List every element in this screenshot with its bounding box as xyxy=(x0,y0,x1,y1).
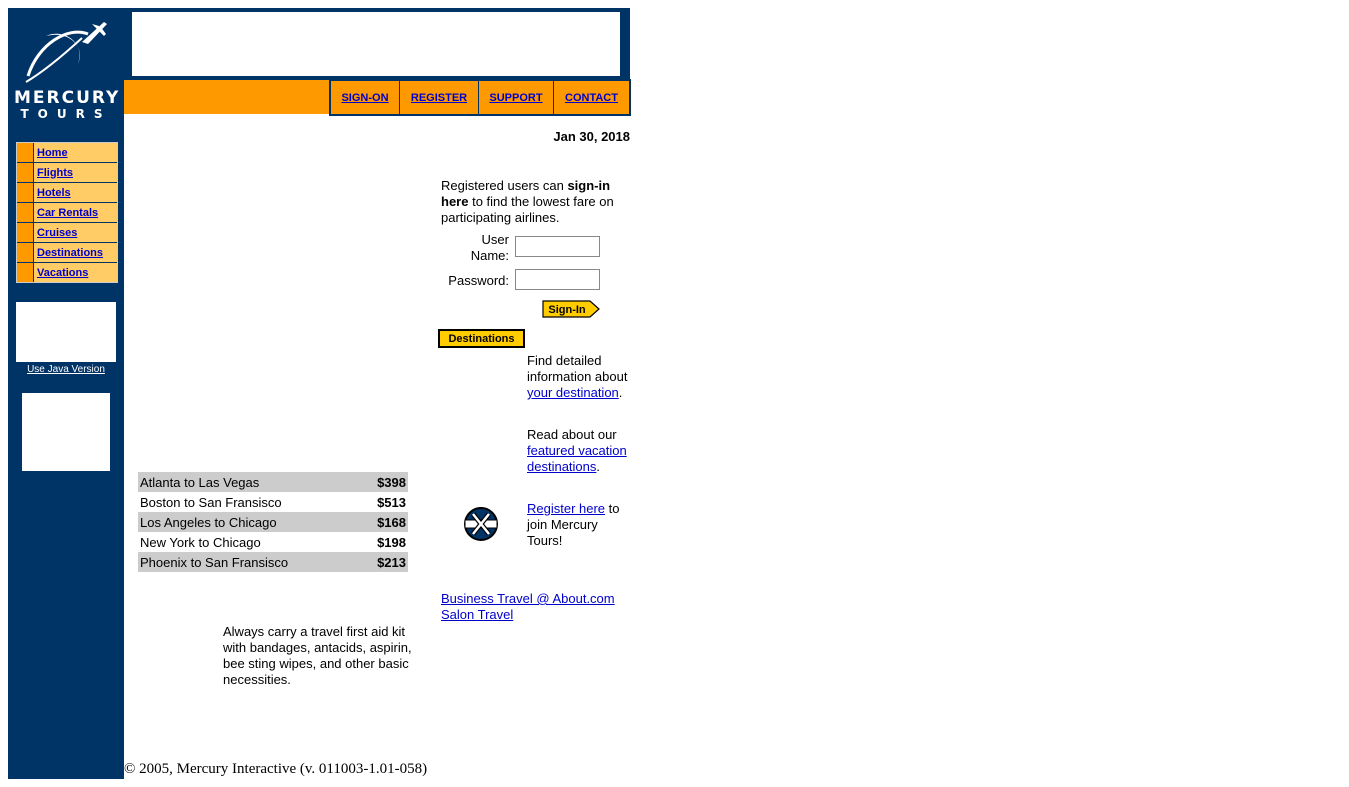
vacation-text: Read about our xyxy=(527,427,617,442)
register-here-link[interactable]: Register here xyxy=(527,501,605,516)
top-nav-contact-cell: CONTACT xyxy=(554,81,629,114)
register-link[interactable]: REGISTER xyxy=(411,92,467,104)
side-nav-item-home: Home xyxy=(17,143,117,163)
register-icon xyxy=(464,507,498,541)
business-travel-link[interactable]: Business Travel @ About.com xyxy=(441,591,615,606)
featured-vacation-link[interactable]: featured vacation destinations xyxy=(527,443,627,474)
top-nav-register-cell: REGISTER xyxy=(400,81,478,114)
travel-tip: Always carry a travel first aid kit with… xyxy=(223,624,412,687)
top-nav-support-cell: SUPPORT xyxy=(479,81,553,114)
side-nav: Home Flights Hotels Car Rentals Cruises … xyxy=(16,142,118,283)
username-label: User Name: xyxy=(470,232,509,263)
destination-info: Find detailed information about your des… xyxy=(527,353,632,401)
footer-copyright: © 2005, Mercury Interactive (v. 011003-1… xyxy=(124,761,428,777)
flights-link[interactable]: Flights xyxy=(37,167,73,179)
vacations-link[interactable]: Vacations xyxy=(37,267,88,279)
nav-bullet xyxy=(17,223,34,242)
fare-route: Los Angeles to Chicago xyxy=(138,512,360,532)
fare-price: $168 xyxy=(359,512,408,532)
java-applet-box xyxy=(16,302,116,362)
java-link-wrap: Use Java Version xyxy=(16,364,116,375)
side-nav-item-car-rentals: Car Rentals xyxy=(17,203,117,223)
fare-price: $513 xyxy=(377,494,406,510)
signon-link[interactable]: SIGN-ON xyxy=(341,92,388,104)
nav-bullet xyxy=(17,263,34,282)
side-nav-item-cruises: Cruises xyxy=(17,223,117,243)
external-links: Business Travel @ About.com Salon Travel xyxy=(441,591,615,623)
vacation-info: Read about our featured vacation destina… xyxy=(527,427,632,475)
signin-button[interactable]: Sign-In xyxy=(542,300,600,318)
banner-ad xyxy=(132,12,620,76)
destinations-link[interactable]: Destinations xyxy=(37,247,103,259)
car-rentals-link[interactable]: Car Rentals xyxy=(37,207,98,219)
password-input[interactable] xyxy=(515,269,600,290)
side-nav-item-flights: Flights xyxy=(17,163,117,183)
top-nav: SIGN-ON REGISTER SUPPORT CONTACT xyxy=(329,79,631,116)
username-input[interactable] xyxy=(515,236,600,257)
hotels-link[interactable]: Hotels xyxy=(37,187,71,199)
logo-text-mercury: MERCURY xyxy=(14,88,121,108)
cruises-link[interactable]: Cruises xyxy=(37,227,77,239)
register-info: Register here to join Mercury Tours! xyxy=(527,501,632,549)
nav-bullet xyxy=(17,163,34,182)
fare-route: Phoenix to San Fransisco xyxy=(138,552,360,572)
nav-bullet xyxy=(17,183,34,202)
home-link[interactable]: Home xyxy=(37,147,68,159)
contact-link[interactable]: CONTACT xyxy=(565,92,618,104)
signin-button-label: Sign-In xyxy=(548,304,586,316)
ad-box xyxy=(22,393,110,471)
nav-bullet xyxy=(17,243,34,262)
fares-table: Atlanta to Las Vegas $398 Boston to San F… xyxy=(138,472,408,572)
support-link[interactable]: SUPPORT xyxy=(489,92,542,104)
table-row: Atlanta to Las Vegas $398 xyxy=(138,472,408,492)
nav-bullet xyxy=(17,203,34,222)
side-nav-item-vacations: Vacations xyxy=(17,263,117,282)
your-destination-link[interactable]: your destination xyxy=(527,385,619,400)
fare-route: Boston to San Fransisco xyxy=(140,494,282,510)
fare-price: $213 xyxy=(359,552,408,572)
signin-intro: Registered users can sign-in here to fin… xyxy=(441,178,631,226)
table-row: New York to Chicago $198 xyxy=(138,532,408,552)
nav-bullet xyxy=(17,143,34,162)
table-row: Phoenix to San Fransisco $213 xyxy=(138,552,408,572)
java-version-link[interactable]: Use Java Version xyxy=(27,364,105,375)
table-row: Los Angeles to Chicago $168 xyxy=(138,512,408,532)
fare-route: New York to Chicago xyxy=(140,534,261,550)
current-date: Jan 30, 2018 xyxy=(553,129,630,144)
vacation-period: . xyxy=(596,459,601,474)
salon-travel-link[interactable]: Salon Travel xyxy=(441,607,513,622)
destination-text: Find detailed information about xyxy=(527,353,628,384)
table-row: Boston to San Fransisco $513 xyxy=(138,492,408,512)
top-nav-signon-cell: SIGN-ON xyxy=(331,81,399,114)
destination-period: . xyxy=(618,385,623,400)
side-nav-item-destinations: Destinations xyxy=(17,243,117,263)
password-label: Password: xyxy=(448,273,509,288)
logo-text-tours: TOURS xyxy=(20,107,112,121)
fare-price: $198 xyxy=(377,534,406,550)
destinations-button[interactable]: Destinations xyxy=(438,329,525,348)
fare-route: Atlanta to Las Vegas xyxy=(138,472,360,492)
fare-price: $398 xyxy=(359,472,408,492)
signin-intro-text: Registered users can xyxy=(441,178,568,193)
side-nav-item-hotels: Hotels xyxy=(17,183,117,203)
